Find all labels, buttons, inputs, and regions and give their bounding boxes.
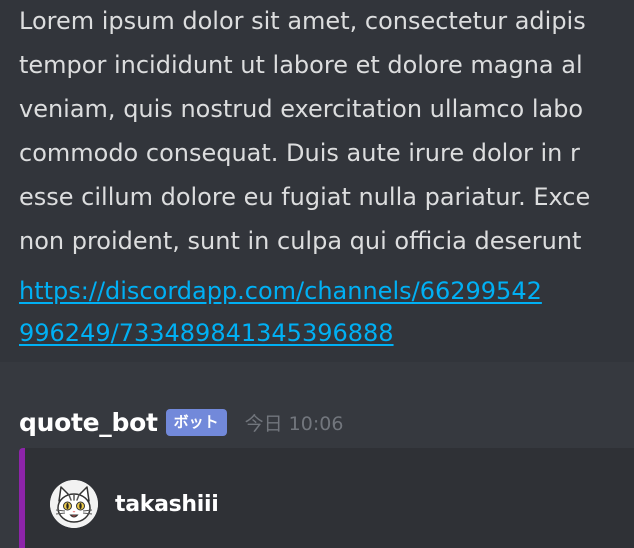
chat-view: Lorem ipsum dolor sit amet, consectetur … — [0, 0, 634, 548]
cat-avatar-icon[interactable] — [50, 480, 98, 528]
message-link[interactable]: https://discordapp.com/channels/66299542… — [19, 270, 542, 354]
username[interactable]: quote_bot — [19, 408, 158, 437]
timestamp[interactable]: 今日 10:06 — [245, 409, 344, 436]
message-line: esse cillum dolore eu fugiat nulla paria… — [19, 183, 591, 211]
message-link-line[interactable]: https://discordapp.com/channels/66299542 — [19, 270, 542, 312]
message-line: commodo consequat. Duis aute irure dolor… — [19, 139, 580, 167]
message-line: non proident, sunt in culpa qui officia … — [19, 227, 582, 255]
message-line: veniam, quis nostrud exercitation ullamc… — [19, 95, 584, 123]
embed-author: takashiii — [50, 480, 219, 528]
embed-author-name[interactable]: takashiii — [115, 492, 219, 517]
message-body: Lorem ipsum dolor sit amet, consectetur … — [19, 0, 634, 263]
previous-message: Lorem ipsum dolor sit amet, consectetur … — [0, 0, 634, 362]
message-line: tempor incididunt ut labore et dolore ma… — [19, 51, 583, 79]
message-header: quote_bot ボット 今日 10:06 — [19, 402, 343, 442]
quote-embed: takashiii — [19, 448, 634, 548]
message-line: Lorem ipsum dolor sit amet, consectetur … — [19, 7, 586, 35]
bot-badge: ボット — [165, 408, 227, 436]
message-link-line[interactable]: 996249/733489841345396888 — [19, 312, 542, 354]
